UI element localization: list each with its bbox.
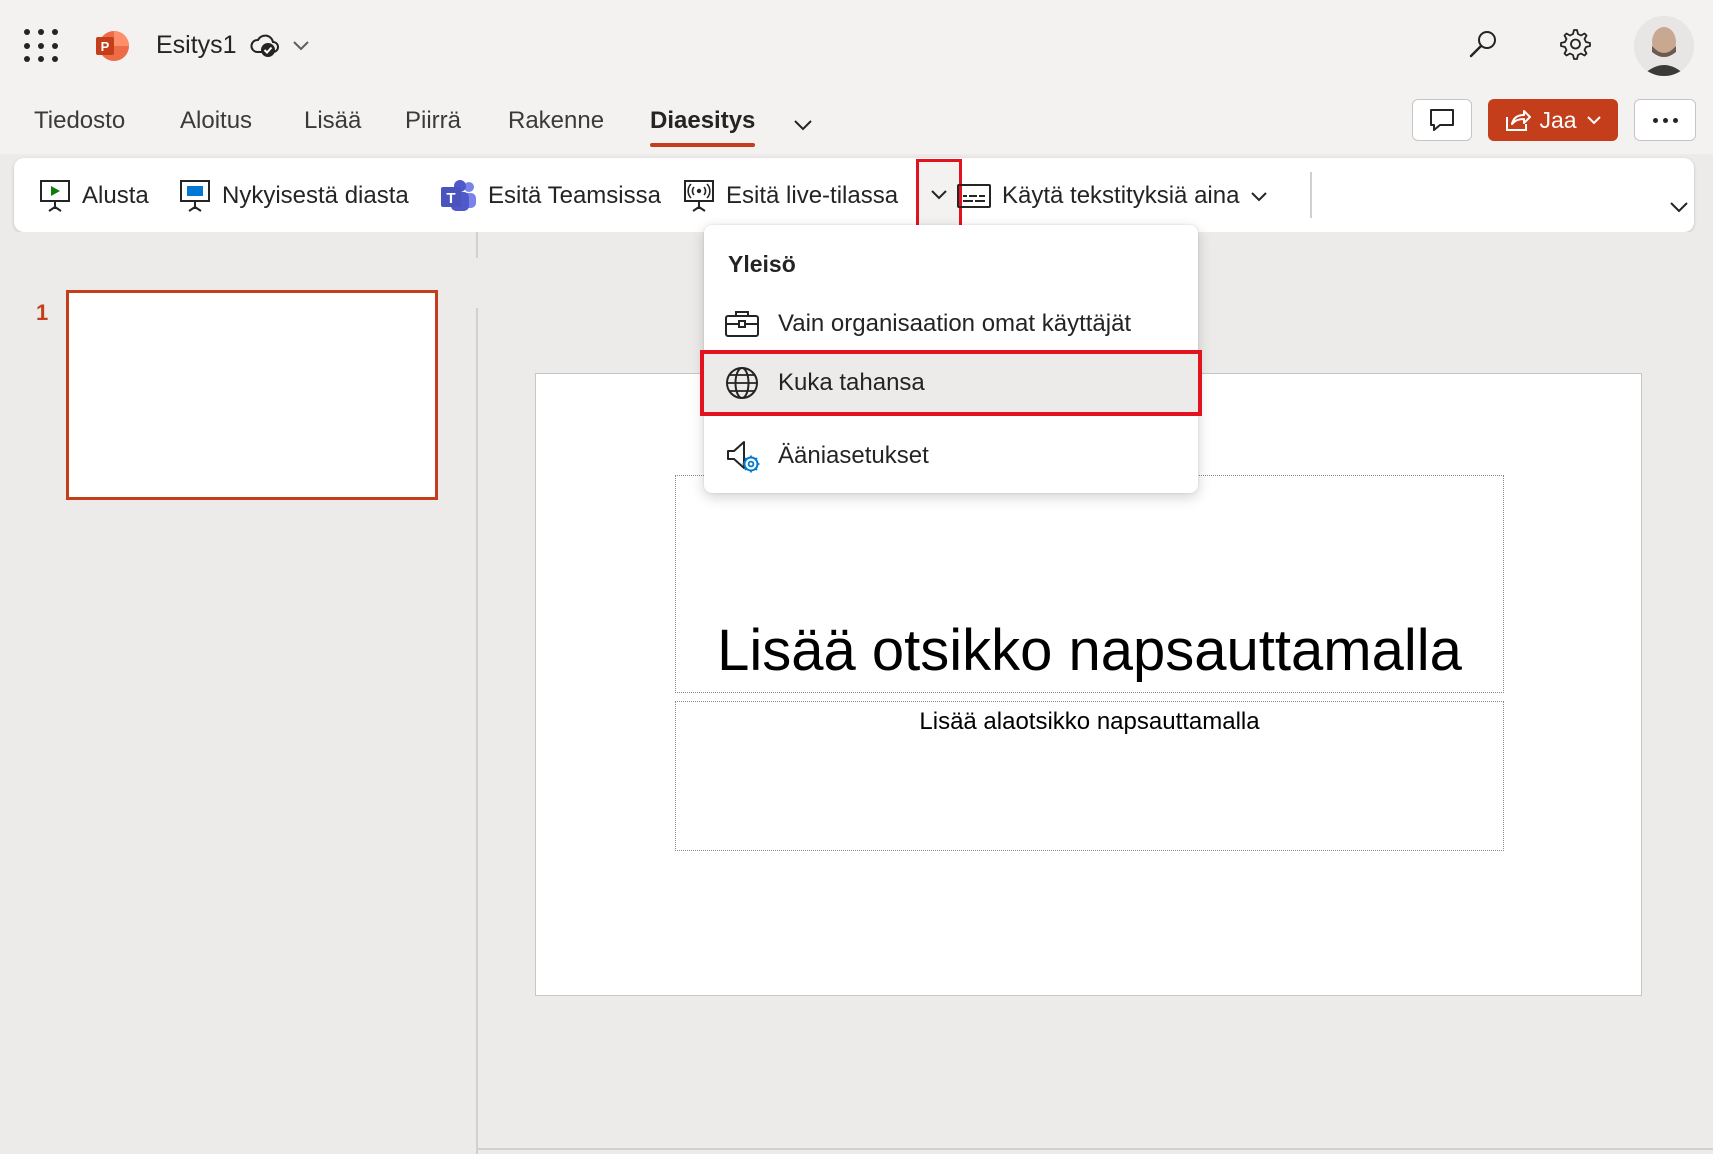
title-placeholder[interactable]: Lisää otsikko napsauttamalla (675, 475, 1504, 693)
powerpoint-logo-icon: P (96, 31, 129, 61)
present-in-teams-button[interactable]: T Esitä Teamsissa (440, 176, 661, 216)
dropdown-header: Yleisö (728, 251, 796, 277)
audience-option-organization[interactable]: Vain organisaation omat käyttäjät (704, 295, 1198, 353)
present-from-current-button[interactable]: Nykyisestä diasta (178, 176, 409, 216)
chevron-down-icon[interactable] (290, 34, 312, 56)
ribbon-toolbar: Alusta Nykyisestä diasta T Esitä Teamsis… (14, 158, 1694, 232)
chevron-down-icon[interactable] (1249, 186, 1269, 206)
more-tabs-chevron-icon[interactable] (790, 112, 816, 138)
ribbon-separator (1310, 172, 1312, 218)
title-placeholder-text: Lisää otsikko napsauttamalla (717, 618, 1462, 683)
chevron-down-icon (1586, 116, 1601, 125)
present-in-teams-label: Esitä Teamsissa (488, 182, 661, 209)
present-from-start-icon (40, 180, 70, 212)
app-launcher-icon[interactable] (24, 29, 58, 63)
present-from-current-icon (180, 180, 210, 212)
globe-icon (726, 367, 758, 399)
always-use-subtitles-label: Käytä tekstityksiä aina (1002, 182, 1240, 209)
share-icon (1506, 110, 1532, 131)
present-from-start-label: Alusta (82, 182, 149, 209)
tab-diaesitys[interactable]: Diaesitys (650, 107, 756, 147)
speaker-settings-icon (727, 441, 760, 473)
subtitles-icon (957, 184, 991, 208)
slide-thumbnail[interactable] (66, 290, 438, 500)
present-live-icon (684, 180, 714, 212)
title-bar: P Esitys1 (0, 0, 1713, 92)
present-live-label: Esitä live-tilassa (726, 182, 899, 209)
teams-icon: T (441, 180, 476, 211)
present-from-start-button[interactable]: Alusta (38, 176, 149, 216)
briefcase-icon (725, 311, 759, 337)
always-use-subtitles-button[interactable]: Käytä tekstityksiä aina (956, 176, 1269, 216)
expand-ribbon-chevron-icon[interactable] (1667, 195, 1691, 219)
saved-check-icon (250, 34, 279, 57)
tab-aloitus[interactable]: Aloitus (180, 107, 252, 135)
subtitle-placeholder-text: Lisää alaotsikko napsauttamalla (919, 708, 1260, 735)
tab-tiedosto[interactable]: Tiedosto (34, 107, 125, 135)
avatar[interactable] (1634, 16, 1694, 76)
audio-settings-label: Ääniasetukset (778, 442, 929, 469)
user-photo-icon (1634, 16, 1694, 76)
audience-option-anyone[interactable]: Kuka tahansa (700, 350, 1202, 416)
audience-option-organization-label: Vain organisaation omat käyttäjät (778, 310, 1132, 337)
status-divider (478, 1148, 1713, 1150)
share-button[interactable]: Jaa (1488, 99, 1618, 141)
search-icon[interactable] (1466, 27, 1500, 61)
subtitle-placeholder[interactable]: Lisää alaotsikko napsauttamalla (675, 701, 1504, 851)
svg-text:T: T (446, 190, 455, 207)
gear-icon[interactable] (1556, 26, 1592, 62)
document-title[interactable]: Esitys1 (156, 31, 237, 60)
audience-option-anyone-label: Kuka tahansa (778, 369, 925, 396)
ribbon-tabs: Tiedosto Aloitus Lisää Piirrä Rakenne Di… (0, 92, 1713, 154)
svg-text:P: P (101, 39, 110, 54)
present-from-current-label: Nykyisestä diasta (222, 182, 409, 209)
chevron-down-icon (931, 190, 947, 200)
comments-button[interactable] (1412, 99, 1472, 141)
audience-dropdown-menu: Yleisö Vain organisaation omat käyttäjät… (700, 225, 1202, 493)
tab-piirra[interactable]: Piirrä (405, 107, 461, 135)
tab-lisaa[interactable]: Lisää (304, 107, 361, 135)
audio-settings-option[interactable]: Ääniasetukset (704, 427, 1198, 485)
slide-number: 1 (36, 300, 49, 325)
more-options-button[interactable] (1634, 99, 1696, 141)
tab-rakenne[interactable]: Rakenne (508, 107, 604, 135)
share-label: Jaa (1539, 106, 1577, 133)
comment-icon (1430, 109, 1454, 131)
present-live-button[interactable]: Esitä live-tilassa (682, 176, 898, 216)
